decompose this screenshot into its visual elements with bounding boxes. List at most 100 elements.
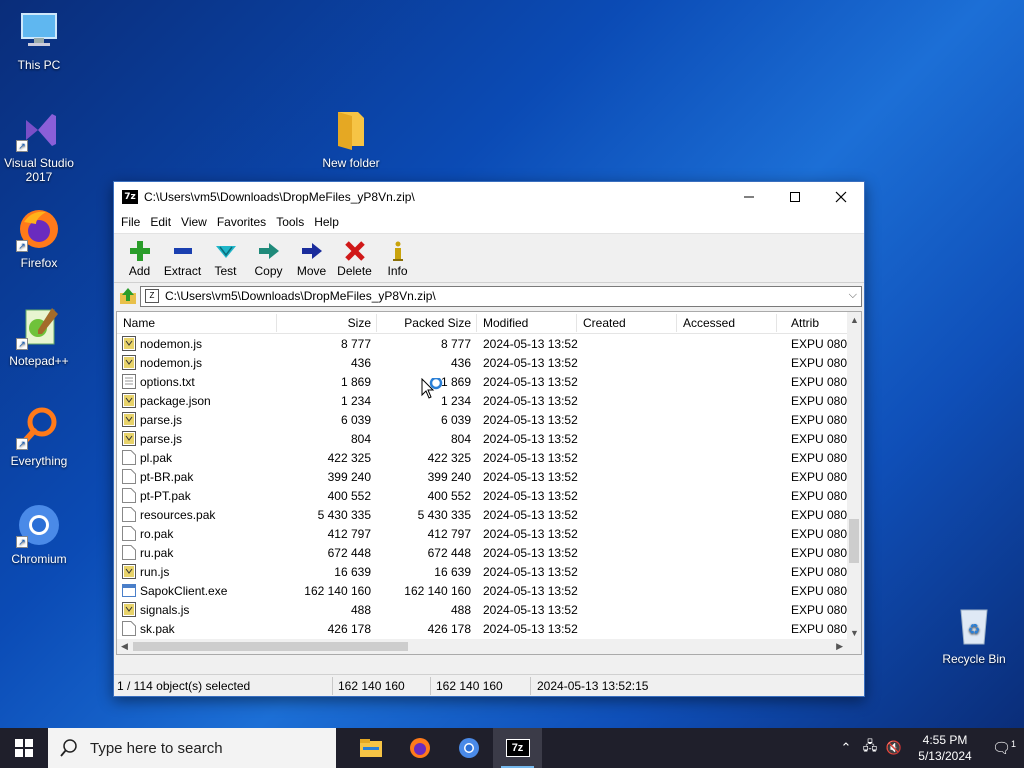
maximize-button[interactable] xyxy=(772,182,818,211)
delete-button[interactable]: Delete xyxy=(333,238,376,278)
toolbar: Add Extract Test Copy Move Delete Info xyxy=(114,233,864,283)
table-row[interactable]: nodemon.js 436 436 2024-05-13 13:52 EXPU 080… xyxy=(117,353,854,372)
horizontal-scrollbar[interactable]: ◀ ▶ xyxy=(117,639,847,654)
menu-view[interactable]: View xyxy=(176,215,212,229)
start-button[interactable] xyxy=(0,728,48,768)
firefox-icon: ↗ xyxy=(16,206,62,252)
taskbar-search-box[interactable]: Type here to search xyxy=(48,728,336,768)
scroll-down-arrow-icon[interactable]: ▼ xyxy=(850,628,859,638)
table-row[interactable]: ro.pak 412 797 412 797 2024-05-13 13:52 EXPU… xyxy=(117,524,854,543)
cell-attrib: EXPU 0800 xyxy=(791,508,854,522)
7zip-icon: 7z xyxy=(505,739,530,757)
taskbar-7zip[interactable]: 7z xyxy=(493,728,542,768)
cell-size: 399 240 xyxy=(327,470,371,484)
table-row[interactable]: options.txt 1 869 1 869 2024-05-13 13:52 EXP… xyxy=(117,372,854,391)
status-selection: 1 / 114 object(s) selected xyxy=(117,679,251,693)
desktop-icon-notepadpp[interactable]: ↗ Notepad++ xyxy=(0,304,78,368)
column-attrib[interactable]: Attrib xyxy=(791,316,819,330)
js-file-icon xyxy=(122,412,136,427)
move-button[interactable]: Move xyxy=(290,238,333,278)
copy-arrow-icon xyxy=(258,243,279,259)
table-row[interactable]: resources.pak 5 430 335 5 430 335 2024-05-1… xyxy=(117,505,854,524)
window-titlebar[interactable]: 7z C:\Users\vm5\Downloads\DropMeFiles_yP… xyxy=(114,182,864,211)
test-button[interactable]: Test xyxy=(204,238,247,278)
menu-favorites[interactable]: Favorites xyxy=(212,215,271,229)
up-folder-button[interactable] xyxy=(116,285,140,307)
cell-name: parse.js xyxy=(140,432,183,446)
cell-modified: 2024-05-13 13:52 xyxy=(483,603,578,617)
column-size[interactable]: Size xyxy=(323,316,371,330)
network-icon[interactable]: 🖧 xyxy=(858,737,882,759)
chevron-down-icon[interactable]: ⌵ xyxy=(849,289,857,302)
minimize-icon xyxy=(744,196,754,197)
column-packed-size[interactable]: Packed Size xyxy=(387,316,471,330)
close-button[interactable] xyxy=(818,182,864,211)
vertical-scrollbar[interactable]: ▲ ▼ xyxy=(847,312,861,654)
system-tray: ⌃ 🖧 🔇 4:55 PM 5/13/2024 🗨1 xyxy=(834,728,1024,768)
cell-name: pl.pak xyxy=(140,451,173,465)
desktop-icon-new-folder[interactable]: New folder xyxy=(312,106,390,170)
cell-size: 672 448 xyxy=(327,546,371,560)
table-row[interactable]: pt-BR.pak 399 240 399 240 2024-05-13 13:52 E… xyxy=(117,467,854,486)
cell-attrib: EXPU 0800 xyxy=(791,356,854,370)
column-name[interactable]: Name xyxy=(123,316,155,330)
copy-button[interactable]: Copy xyxy=(247,238,290,278)
scroll-right-arrow-icon[interactable]: ▶ xyxy=(836,641,843,652)
table-row[interactable]: sk.pak 426 178 426 178 2024-05-13 13:52 EXPU… xyxy=(117,619,854,638)
table-row[interactable]: pl.pak 422 325 422 325 2024-05-13 13:52 EXPU… xyxy=(117,448,854,467)
desktop-icon-this-pc[interactable]: This PC xyxy=(0,8,78,72)
desktop-icon-label: New folder xyxy=(322,156,380,170)
column-modified[interactable]: Modified xyxy=(483,316,528,330)
minimize-button[interactable] xyxy=(726,182,772,211)
file-icon xyxy=(122,450,136,465)
taskbar-chromium[interactable] xyxy=(444,728,493,768)
table-row[interactable]: ru.pak 672 448 672 448 2024-05-13 13:52 EXPU… xyxy=(117,543,854,562)
column-created[interactable]: Created xyxy=(583,316,626,330)
table-row[interactable]: run.js 16 639 16 639 2024-05-13 13:52 EXPU 0… xyxy=(117,562,854,581)
desktop-icon-visual-studio[interactable]: ↗ Visual Studio 2017 xyxy=(0,106,78,184)
chromium-icon: ↗ xyxy=(16,502,62,548)
table-row[interactable]: pt-PT.pak 400 552 400 552 2024-05-13 13:52 E… xyxy=(117,486,854,505)
cell-size: 436 xyxy=(350,356,371,370)
cell-modified: 2024-05-13 13:52 xyxy=(483,489,578,503)
cell-size: 400 552 xyxy=(327,489,371,503)
notification-center-button[interactable]: 🗨1 xyxy=(984,739,1024,757)
zip-archive-icon: Z xyxy=(145,289,159,303)
add-button[interactable]: Add xyxy=(118,238,161,278)
desktop-icon-everything[interactable]: ↗ Everything xyxy=(0,404,78,468)
extract-button[interactable]: Extract xyxy=(161,238,204,278)
table-row[interactable]: signals.js 488 488 2024-05-13 13:52 EXPU 080… xyxy=(117,600,854,619)
desktop-icon-chromium[interactable]: ↗ Chromium xyxy=(0,502,78,566)
table-row[interactable]: package.json 1 234 1 234 2024-05-13 13:52 EX… xyxy=(117,391,854,410)
menu-help[interactable]: Help xyxy=(309,215,344,229)
cell-attrib: EXPU 0800 xyxy=(791,622,854,636)
cell-modified: 2024-05-13 13:52 xyxy=(483,470,578,484)
clock[interactable]: 4:55 PM 5/13/2024 xyxy=(906,732,984,764)
menu-file[interactable]: File xyxy=(116,215,145,229)
horizontal-scroll-thumb[interactable] xyxy=(133,642,408,651)
menu-tools[interactable]: Tools xyxy=(271,215,309,229)
scroll-up-arrow-icon[interactable]: ▲ xyxy=(850,315,859,325)
cell-modified: 2024-05-13 13:52 xyxy=(483,337,578,351)
desktop-icon-recycle-bin[interactable]: ♻ Recycle Bin xyxy=(935,602,1013,666)
file-icon xyxy=(122,621,136,636)
table-row[interactable]: parse.js 6 039 6 039 2024-05-13 13:52 EXPU 0… xyxy=(117,410,854,429)
table-row[interactable]: SapokClient.exe 162 140 160 162 140 160 202… xyxy=(117,581,854,600)
volume-muted-icon[interactable]: 🔇 xyxy=(882,740,906,756)
cell-name: nodemon.js xyxy=(140,356,203,370)
desktop-icon-firefox[interactable]: ↗ Firefox xyxy=(0,206,78,270)
add-plus-icon xyxy=(129,241,150,261)
table-row[interactable]: nodemon.js 8 777 8 777 2024-05-13 13:52 EXPU… xyxy=(117,334,854,353)
address-combobox[interactable]: Z C:\Users\vm5\Downloads\DropMeFiles_yP8… xyxy=(140,285,862,307)
chevron-up-icon[interactable]: ⌃ xyxy=(834,740,858,756)
scroll-left-arrow-icon[interactable]: ◀ xyxy=(121,641,128,652)
taskbar-file-explorer[interactable] xyxy=(346,728,395,768)
taskbar-firefox[interactable] xyxy=(395,728,444,768)
extract-minus-icon xyxy=(173,248,192,254)
menu-edit[interactable]: Edit xyxy=(145,215,176,229)
info-button[interactable]: Info xyxy=(376,238,419,278)
table-row[interactable]: parse.js 804 804 2024-05-13 13:52 EXPU 0800 xyxy=(117,429,854,448)
vertical-scroll-thumb[interactable] xyxy=(849,519,859,563)
column-accessed[interactable]: Accessed xyxy=(683,316,735,330)
test-label: Test xyxy=(214,264,237,278)
